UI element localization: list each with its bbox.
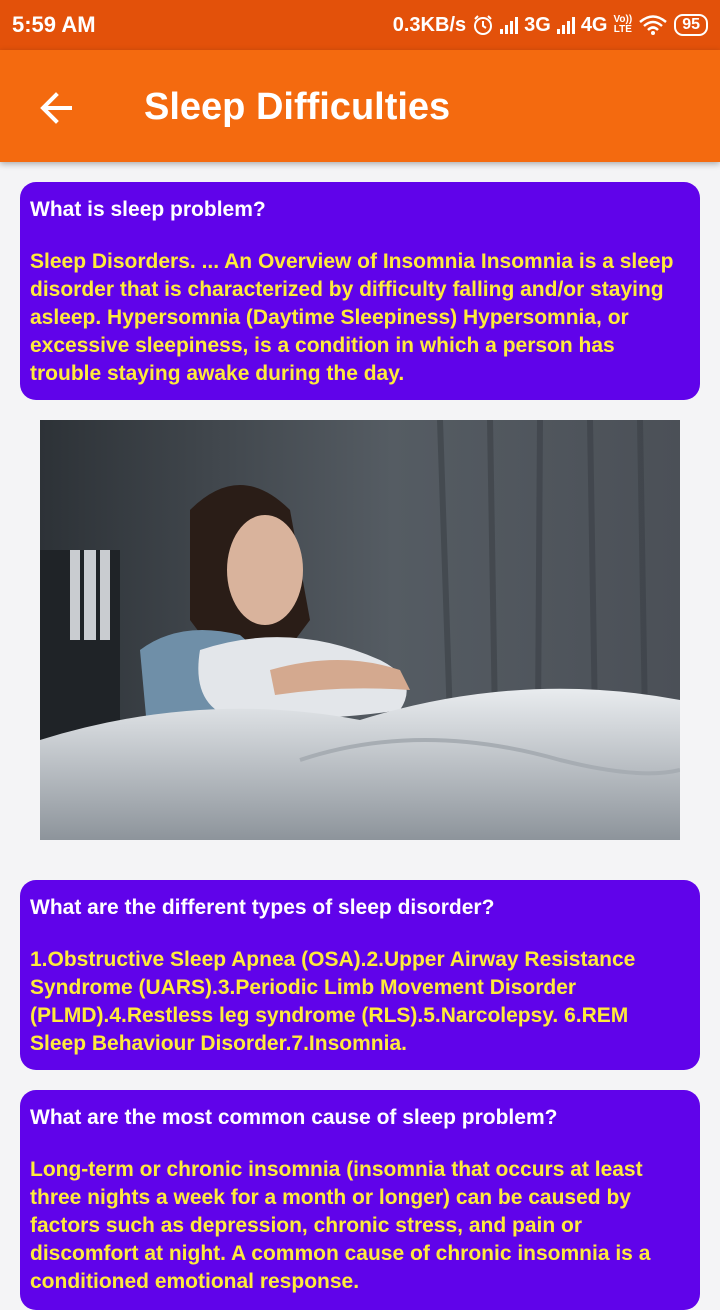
signal-strength-icon (556, 16, 575, 34)
status-bar: 5:59 AM 0.3KB/s 3G 4G Vo)) LTE 95 (0, 0, 720, 50)
faq-question: What is sleep problem? (30, 198, 266, 221)
app-bar: Sleep Difficulties (0, 50, 720, 162)
status-icons: 0.3KB/s 3G 4G Vo)) LTE 95 (393, 11, 708, 39)
faq-card: What are the different types of sleep di… (20, 880, 700, 1070)
back-button[interactable] (28, 80, 84, 136)
signal-strength-icon (500, 16, 519, 34)
wifi-icon (639, 15, 668, 35)
faq-question: What are the different types of sleep di… (30, 896, 495, 919)
alarm-icon (474, 15, 493, 35)
faq-card: What are the most common cause of sleep … (20, 1090, 700, 1310)
faq-answer: 1.Obstructive Sleep Apnea (OSA).2.Upper … (30, 948, 636, 1055)
volte-icon: Vo)) LTE (613, 14, 633, 35)
network-type-4g: 4G (580, 13, 608, 36)
arrow-back-icon[interactable] (38, 90, 74, 126)
faq-question: What are the most common cause of sleep … (30, 1106, 558, 1129)
faq-answer: Long-term or chronic insomnia (insomnia … (30, 1158, 651, 1293)
network-type-3g: 3G (524, 13, 551, 36)
page-title: Sleep Difficulties (144, 86, 451, 128)
faq-answer: Sleep Disorders. ... An Overview of Inso… (30, 250, 674, 385)
network-speed: 0.3KB/s (392, 13, 467, 36)
sleepless-woman-image (40, 420, 680, 840)
battery-icon: 95 (674, 14, 708, 36)
faq-card: What is sleep problem? Sleep Disorders. … (20, 182, 700, 400)
status-time: 5:59 AM (12, 12, 96, 37)
